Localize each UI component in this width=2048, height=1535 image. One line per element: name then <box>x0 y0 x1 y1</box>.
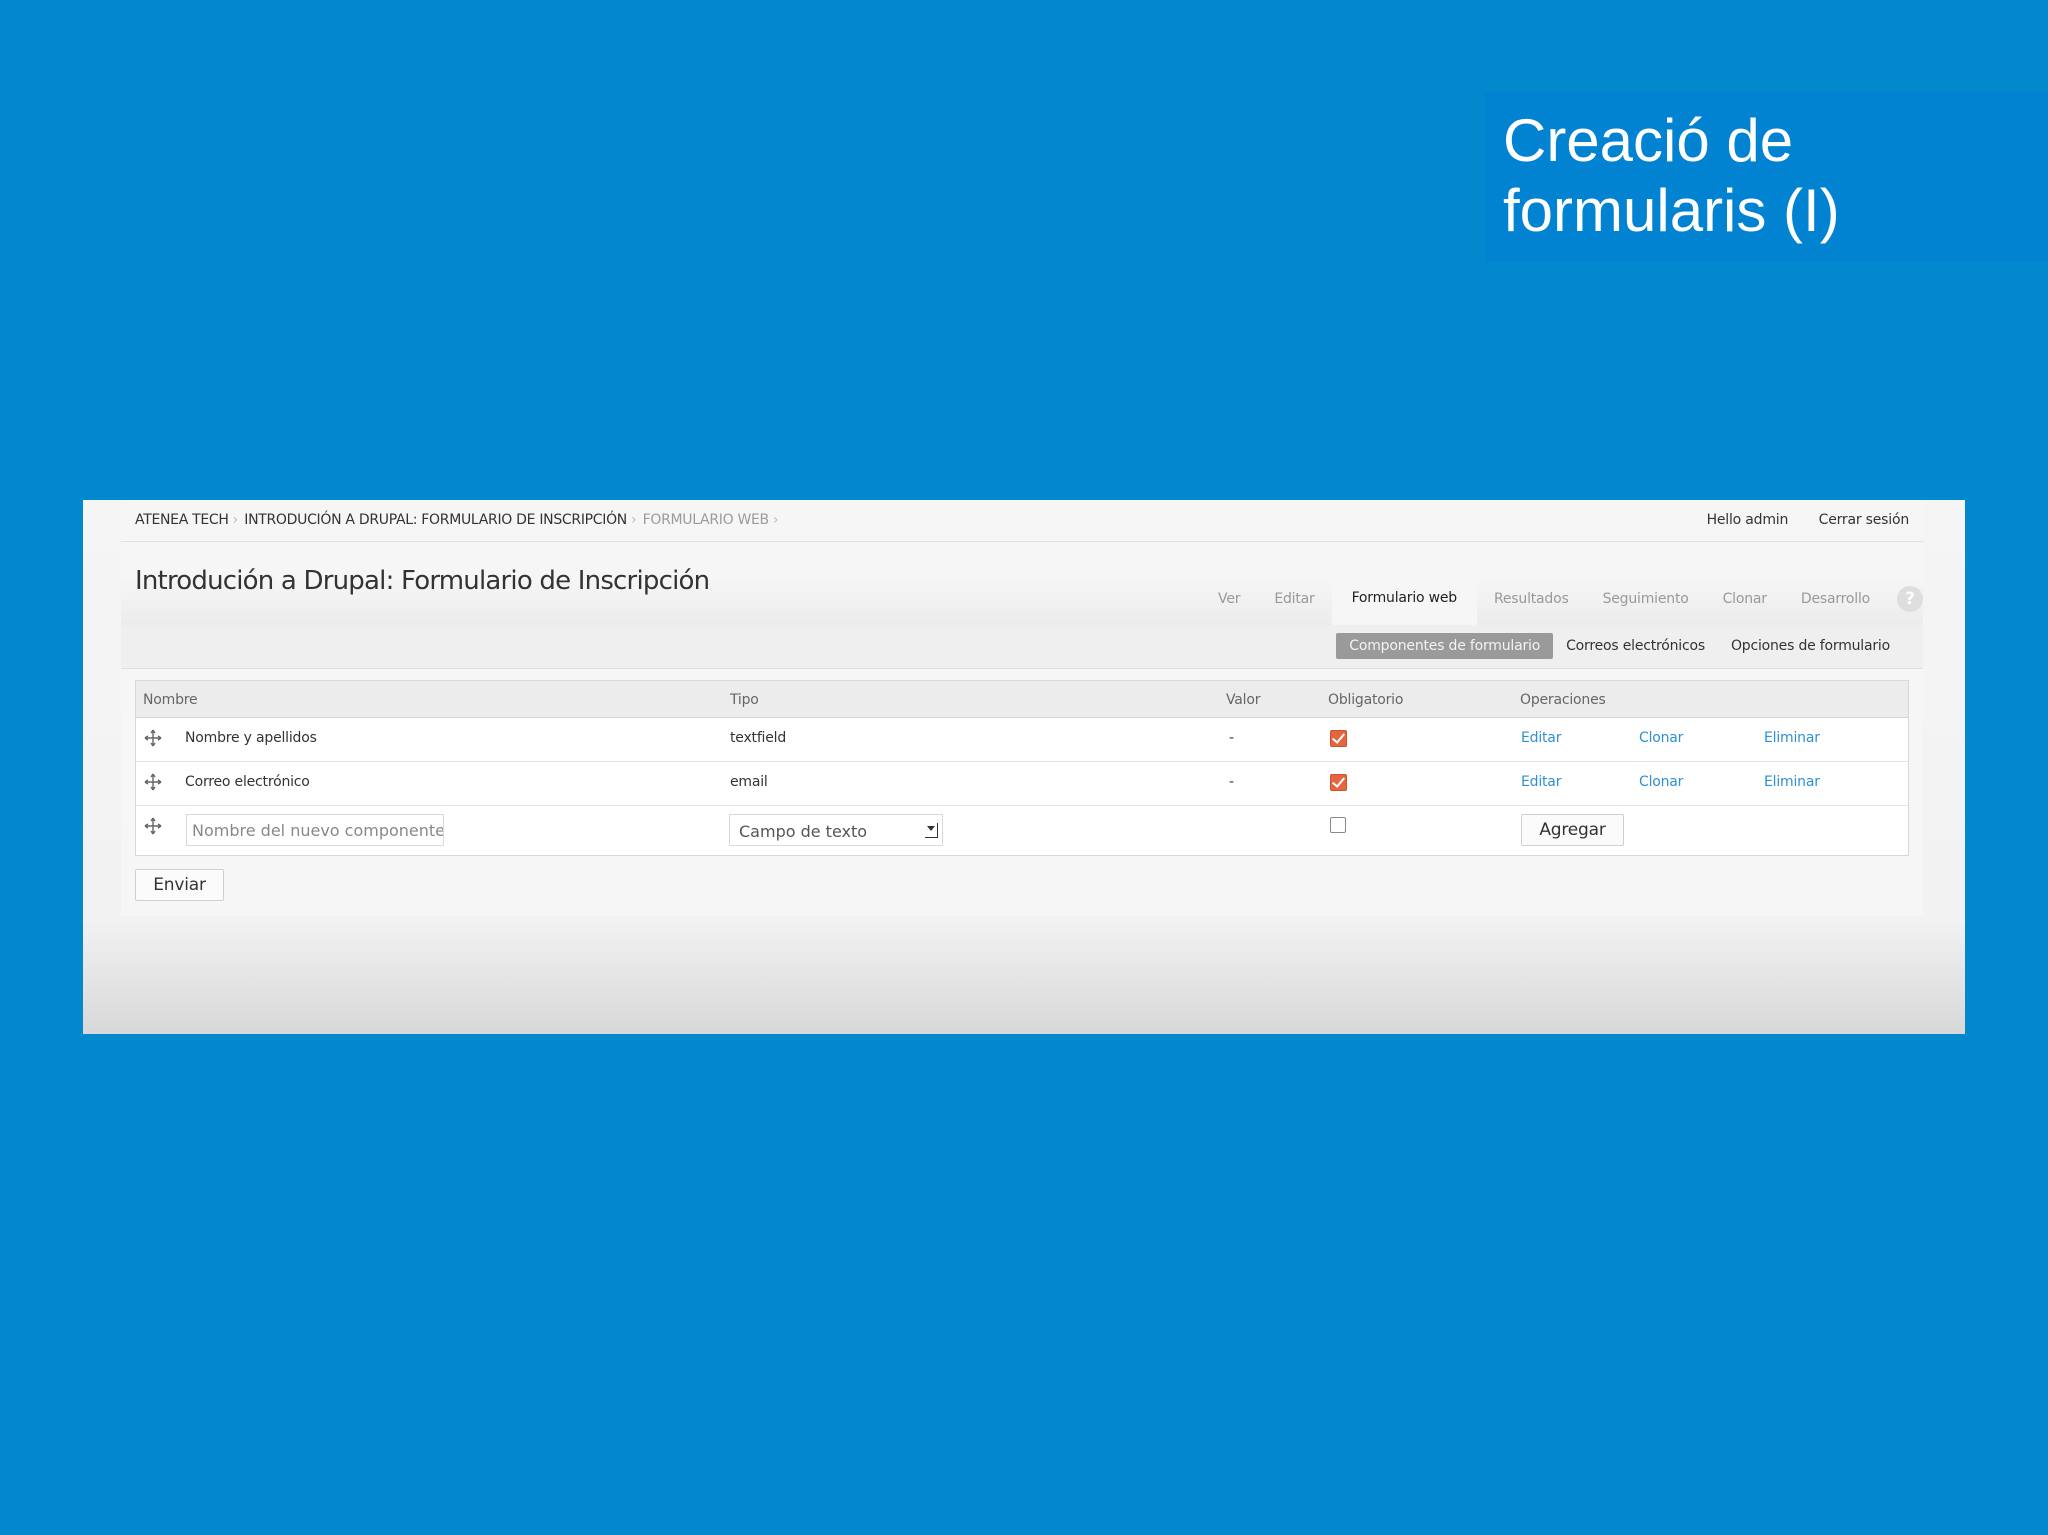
drag-handle-icon[interactable] <box>144 773 162 791</box>
component-value: - <box>1229 730 1234 746</box>
tab-ver[interactable]: Ver <box>1201 577 1257 625</box>
breadcrumb-item-home[interactable]: ATENEA TECH <box>135 512 229 528</box>
delete-link[interactable]: Eliminar <box>1764 774 1820 790</box>
header-obligatorio: Obligatorio <box>1328 692 1404 708</box>
top-bar: ATENEA TECH › INTRODUCIÓN A DRUPAL: FORMUL… <box>121 500 1923 542</box>
secondary-tabs: Componentes de formulario Correos electr… <box>1336 633 1903 659</box>
component-type: textfield <box>730 730 787 746</box>
subtab-opciones[interactable]: Opciones de formulario <box>1718 633 1903 659</box>
slide-title-line1: Creació de <box>1503 107 1794 174</box>
screenshot-frame: ATENEA TECH › INTRODUCIÓN A DRUPAL: FORMUL… <box>83 500 1965 1034</box>
breadcrumb-separator-icon: › <box>232 512 239 528</box>
delete-link[interactable]: Eliminar <box>1764 730 1820 746</box>
submit-button[interactable]: Enviar <box>135 869 224 901</box>
tab-clonar[interactable]: Clonar <box>1706 577 1784 625</box>
secondary-tabs-bar: Componentes de formulario Correos electr… <box>121 625 1923 669</box>
component-type: email <box>730 774 768 790</box>
component-type-select[interactable]: Campo de texto <box>729 814 943 846</box>
subtab-correos[interactable]: Correos electrónicos <box>1553 633 1718 659</box>
header-nombre: Nombre <box>143 692 198 708</box>
drupal-page: ATENEA TECH › INTRODUCIÓN A DRUPAL: FORMUL… <box>121 500 1923 916</box>
tab-editar[interactable]: Editar <box>1257 577 1331 625</box>
breadcrumb-separator-icon: › <box>630 512 637 528</box>
slide-title-line2: formularis (I) <box>1503 177 1840 244</box>
primary-tabs: Ver Editar Formulario web Resultados Seg… <box>1201 577 1923 625</box>
header-valor: Valor <box>1226 692 1261 708</box>
subtab-componentes[interactable]: Componentes de formulario <box>1336 633 1554 659</box>
header-tipo: Tipo <box>730 692 759 708</box>
table-header: Nombre Tipo Valor Obligatorio Operacione… <box>136 681 1908 718</box>
header-operaciones: Operaciones <box>1520 692 1606 708</box>
components-table: Nombre Tipo Valor Obligatorio Operacione… <box>135 680 1909 856</box>
tab-formulario-web[interactable]: Formulario web <box>1331 577 1477 625</box>
drag-handle-icon[interactable] <box>144 729 162 747</box>
edit-link[interactable]: Editar <box>1521 774 1561 790</box>
clone-link[interactable]: Clonar <box>1639 774 1683 790</box>
table-row: Correo electrónico email - Editar Clonar… <box>136 762 1908 806</box>
hello-admin-link[interactable]: Hello admin <box>1707 512 1789 528</box>
required-checkbox[interactable] <box>1330 774 1347 791</box>
required-checkbox[interactable] <box>1330 730 1347 747</box>
table-row: Nombre y apellidos textfield - Editar Cl… <box>136 718 1908 762</box>
tab-desarrollo[interactable]: Desarrollo <box>1784 577 1887 625</box>
select-arrow-icon <box>925 823 938 838</box>
component-type-selected: Campo de texto <box>739 822 868 841</box>
add-button[interactable]: Agregar <box>1521 814 1624 846</box>
breadcrumb-item-current[interactable]: FORMULARIO WEB <box>643 512 770 528</box>
user-links: Hello admin Cerrar sesión <box>1681 512 1910 528</box>
breadcrumb: ATENEA TECH › INTRODUCIÓN A DRUPAL: FORMUL… <box>135 512 784 528</box>
component-name: Correo electrónico <box>185 774 310 790</box>
component-value: - <box>1229 774 1234 790</box>
breadcrumb-item-node[interactable]: INTRODUCIÓN A DRUPAL: FORMULARIO DE INSC… <box>244 512 627 528</box>
tab-seguimiento[interactable]: Seguimiento <box>1586 577 1706 625</box>
tab-resultados[interactable]: Resultados <box>1477 577 1586 625</box>
slide-title-box: Creació de formularis (I) <box>1485 92 2048 262</box>
new-component-row: Nombre del nuevo componente Campo de tex… <box>136 806 1908 856</box>
new-required-checkbox[interactable] <box>1330 817 1346 833</box>
clone-link[interactable]: Clonar <box>1639 730 1683 746</box>
breadcrumb-separator-icon: › <box>772 512 779 528</box>
drag-handle-icon[interactable] <box>144 817 162 835</box>
new-component-name-input[interactable]: Nombre del nuevo componente <box>186 814 444 846</box>
component-name: Nombre y apellidos <box>185 730 317 746</box>
slide-title: Creació de formularis (I) <box>1503 106 2048 246</box>
logout-link[interactable]: Cerrar sesión <box>1819 512 1910 528</box>
page-title: Introdución a Drupal: Formulario de Insc… <box>135 566 710 596</box>
help-icon[interactable]: ? <box>1897 586 1923 612</box>
edit-link[interactable]: Editar <box>1521 730 1561 746</box>
